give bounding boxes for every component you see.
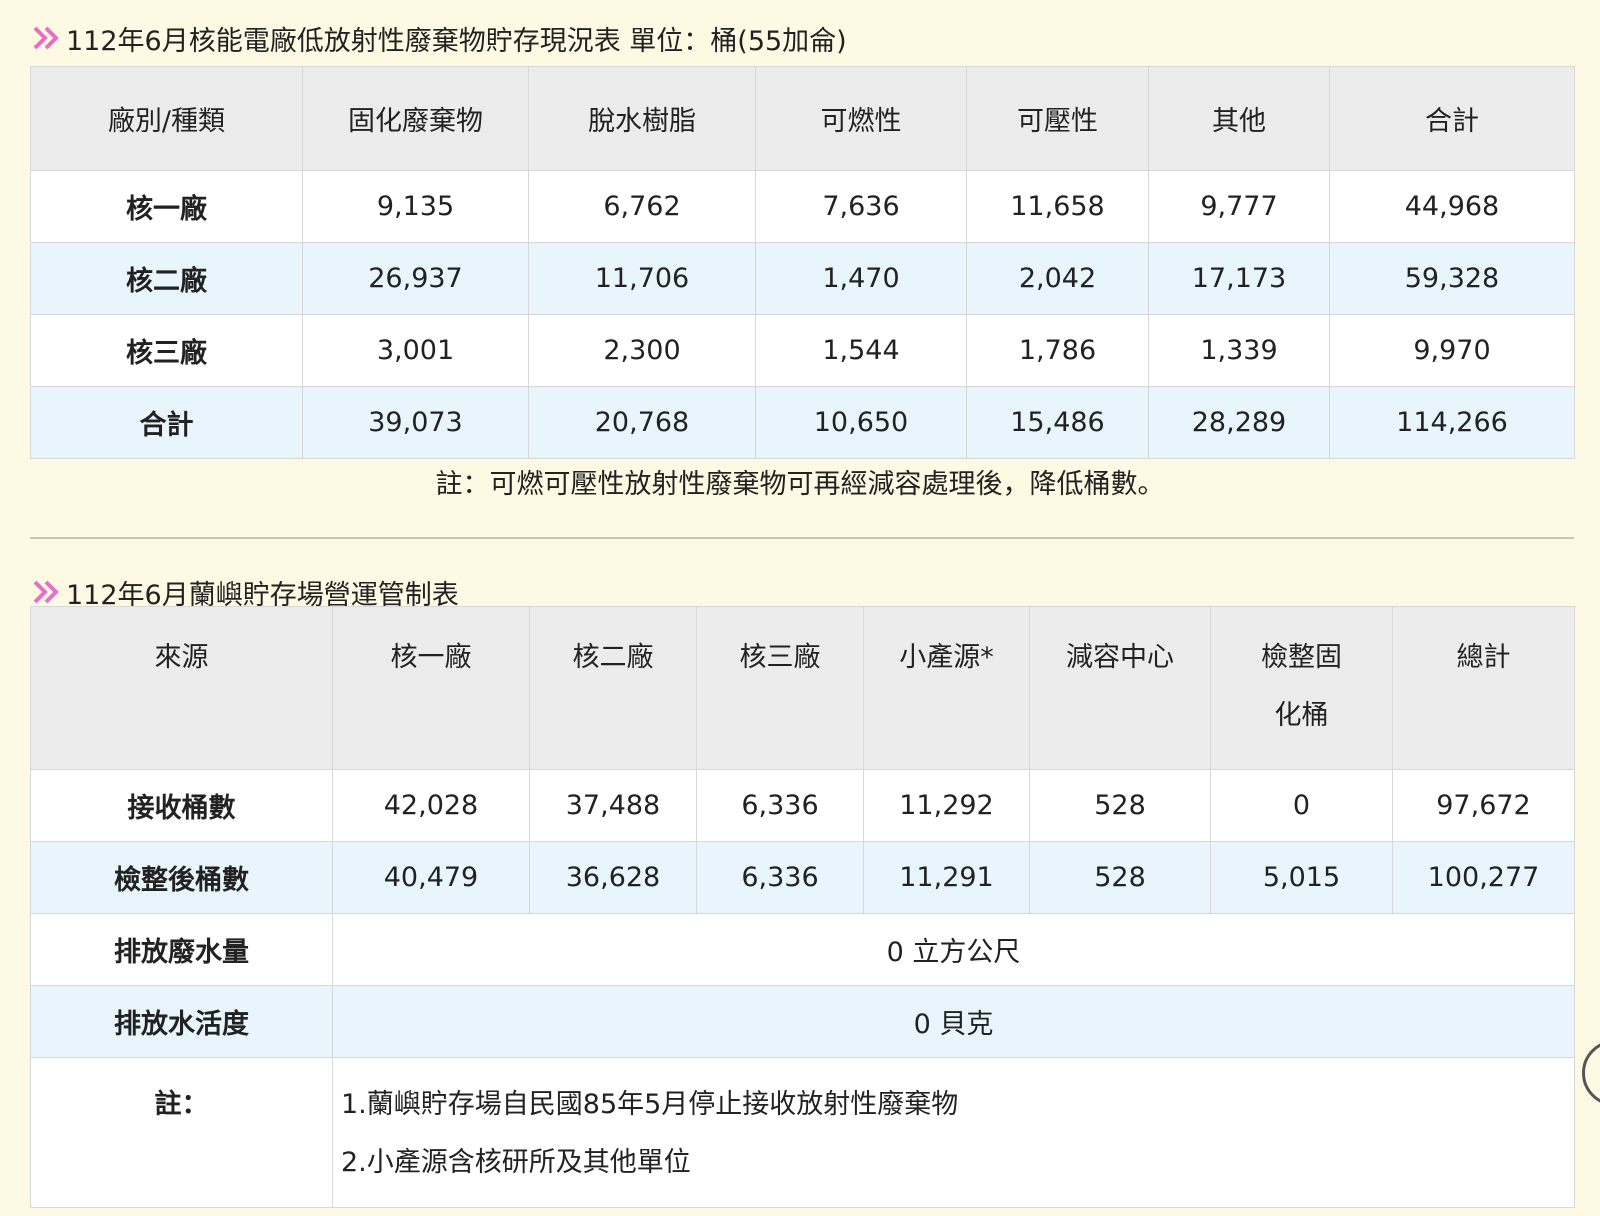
table-cell: 6,336 xyxy=(696,841,864,914)
table-cell: 2,042 xyxy=(966,242,1149,315)
table-cell: 9,777 xyxy=(1148,170,1330,243)
table-total-row: 合計 39,073 20,768 10,650 15,486 28,289 11… xyxy=(30,386,1575,459)
table-row: 排放廢水量 0 立方公尺 xyxy=(30,913,1575,986)
notes-cell: 1.蘭嶼貯存場自民國85年5月停止接收放射性廢棄物 2.小產源含核研所及其他單位 xyxy=(332,1057,1575,1208)
table-row: 檢整後桶數 40,479 36,628 6,336 11,291 528 5,0… xyxy=(30,841,1575,914)
table-row: 核三廠 3,001 2,300 1,544 1,786 1,339 9,970 xyxy=(30,314,1575,387)
table-cell: 3,001 xyxy=(302,314,529,387)
section-divider xyxy=(30,537,1574,539)
table-cell: 7,636 xyxy=(755,170,967,243)
table-header-row: 來源 核一廠 核二廠 核三廠 小產源* 減容中心 檢整固化桶 總計 xyxy=(30,606,1575,770)
table-cell: 20,768 xyxy=(528,386,756,459)
column-header: 核三廠 xyxy=(696,606,864,770)
storage-status-table: 廠別/種類 固化廢棄物 脫水樹脂 可燃性 可壓性 其他 合計 核一廠 9,135… xyxy=(30,66,1575,459)
table-cell: 26,937 xyxy=(302,242,529,315)
table-header-row: 廠別/種類 固化廢棄物 脫水樹脂 可燃性 可壓性 其他 合計 xyxy=(30,66,1575,171)
table-cell: 528 xyxy=(1029,841,1211,914)
table-cell: 11,658 xyxy=(966,170,1149,243)
table-cell: 528 xyxy=(1029,769,1211,842)
row-header: 接收桶數 xyxy=(30,769,333,842)
column-header: 小產源* xyxy=(863,606,1030,770)
table-cell: 9,135 xyxy=(302,170,529,243)
table-cell: 0 xyxy=(1210,769,1393,842)
table-row: 接收桶數 42,028 37,488 6,336 11,292 528 0 97… xyxy=(30,769,1575,842)
table-cell: 37,488 xyxy=(529,769,697,842)
table-cell: 6,762 xyxy=(528,170,756,243)
column-header: 檢整固化桶 xyxy=(1210,606,1393,770)
storage-status-footnote: 註：可燃可壓性放射性廢棄物可再經減容處理後，降低桶數。 xyxy=(435,469,1165,500)
row-header: 核一廠 xyxy=(30,170,303,243)
table-cell: 2,300 xyxy=(528,314,756,387)
row-header: 核二廠 xyxy=(30,242,303,315)
table-row: 排放水活度 0 貝克 xyxy=(30,985,1575,1058)
column-header: 固化廢棄物 xyxy=(302,66,529,171)
table-cell: 10,650 xyxy=(755,386,967,459)
column-header: 減容中心 xyxy=(1029,606,1211,770)
column-header: 廠別/種類 xyxy=(30,66,303,171)
row-header: 註： xyxy=(30,1057,333,1208)
table-row: 核二廠 26,937 11,706 1,470 2,042 17,173 59,… xyxy=(30,242,1575,315)
table-cell: 100,277 xyxy=(1392,841,1575,914)
table-row: 核一廠 9,135 6,762 7,636 11,658 9,777 44,96… xyxy=(30,170,1575,243)
row-header: 合計 xyxy=(30,386,303,459)
table-cell: 28,289 xyxy=(1148,386,1330,459)
column-header: 總計 xyxy=(1392,606,1575,770)
table-cell: 11,292 xyxy=(863,769,1030,842)
row-header: 排放水活度 xyxy=(30,985,333,1058)
table-cell: 11,706 xyxy=(528,242,756,315)
column-header: 可壓性 xyxy=(966,66,1149,171)
storage-status-title-text: 112年6月核能電廠低放射性廢棄物貯存現況表 單位：桶(55加侖) xyxy=(66,25,847,57)
double-chevron-right-icon xyxy=(32,579,62,605)
column-header: 其他 xyxy=(1148,66,1330,171)
table-cell: 1,786 xyxy=(966,314,1149,387)
table-cell: 5,015 xyxy=(1210,841,1393,914)
table-notes-row: 註： 1.蘭嶼貯存場自民國85年5月停止接收放射性廢棄物 2.小產源含核研所及其… xyxy=(30,1057,1575,1208)
table-cell: 0 貝克 xyxy=(332,985,1575,1058)
table-cell: 59,328 xyxy=(1329,242,1575,315)
table-cell: 42,028 xyxy=(332,769,530,842)
table-cell: 11,291 xyxy=(863,841,1030,914)
table-cell: 17,173 xyxy=(1148,242,1330,315)
row-header: 核三廠 xyxy=(30,314,303,387)
table-cell: 39,073 xyxy=(302,386,529,459)
floating-button-edge[interactable] xyxy=(1582,1040,1600,1106)
note-line: 2.小產源含核研所及其他單位 xyxy=(341,1147,691,1178)
column-header: 核二廠 xyxy=(529,606,697,770)
table-cell: 9,970 xyxy=(1329,314,1575,387)
table-cell: 1,544 xyxy=(755,314,967,387)
table-cell: 15,486 xyxy=(966,386,1149,459)
note-line: 1.蘭嶼貯存場自民國85年5月停止接收放射性廢棄物 xyxy=(341,1089,959,1120)
table-cell: 1,339 xyxy=(1148,314,1330,387)
column-header: 脫水樹脂 xyxy=(528,66,756,171)
table-cell: 40,479 xyxy=(332,841,530,914)
column-header: 來源 xyxy=(30,606,333,770)
table-cell: 1,470 xyxy=(755,242,967,315)
column-header: 核一廠 xyxy=(332,606,530,770)
table-cell: 44,968 xyxy=(1329,170,1575,243)
row-header: 檢整後桶數 xyxy=(30,841,333,914)
table-cell: 0 立方公尺 xyxy=(332,913,1575,986)
row-header: 排放廢水量 xyxy=(30,913,333,986)
storage-status-title: 112年6月核能電廠低放射性廢棄物貯存現況表 單位：桶(55加侖) xyxy=(32,18,847,58)
double-chevron-right-icon xyxy=(32,25,62,51)
column-header: 合計 xyxy=(1329,66,1575,171)
column-header: 可燃性 xyxy=(755,66,967,171)
table-cell: 114,266 xyxy=(1329,386,1575,459)
table-cell: 36,628 xyxy=(529,841,697,914)
lanyu-operation-table: 來源 核一廠 核二廠 核三廠 小產源* 減容中心 檢整固化桶 總計 接收桶數 4… xyxy=(30,606,1575,1208)
table-cell: 97,672 xyxy=(1392,769,1575,842)
table-cell: 6,336 xyxy=(696,769,864,842)
